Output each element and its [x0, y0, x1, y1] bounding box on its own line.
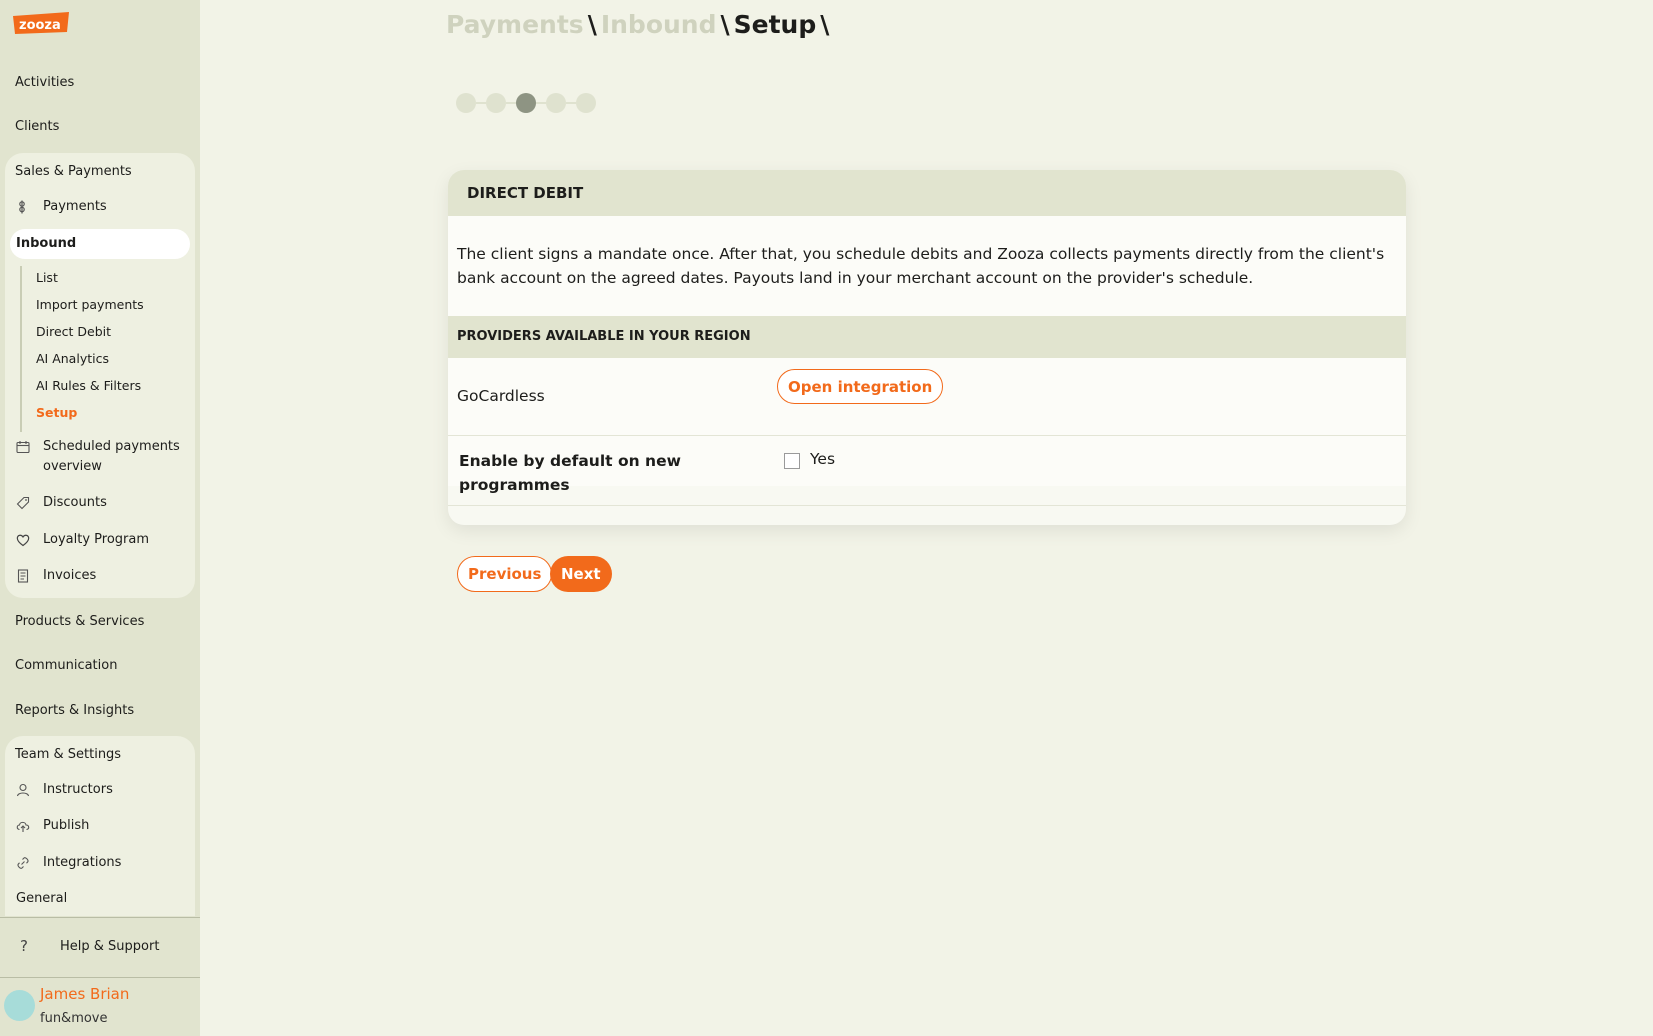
sidebar: zooza Activities Clients Sales & Payment… [0, 0, 200, 1036]
inbound-submenu: List Import payments Direct Debit AI Ana… [20, 266, 144, 432]
user-org: fun&move [40, 1011, 108, 1026]
nav-communication[interactable]: Communication [15, 658, 117, 673]
direct-debit-card: DIRECT DEBIT The client signs a mandate … [448, 170, 1406, 525]
nav-integrations-label: Integrations [43, 855, 122, 870]
nav-discounts-label: Discounts [43, 495, 107, 510]
group-title-team-settings[interactable]: Team & Settings [15, 747, 121, 762]
user-icon [15, 782, 31, 798]
user-name[interactable]: James Brian [40, 985, 129, 1003]
nav-invoices[interactable]: Invoices [15, 566, 96, 586]
nav-publish-label: Publish [43, 818, 90, 833]
enable-default-label-2: programmes [459, 476, 570, 494]
nav-instructors-label: Instructors [43, 782, 113, 797]
team-settings-group: Team & Settings Instructors Publish Inte… [5, 736, 195, 916]
nav-products-services[interactable]: Products & Services [15, 614, 144, 629]
nav-clients[interactable]: Clients [15, 119, 59, 134]
calendar-icon [15, 439, 31, 455]
step-connector [536, 102, 546, 104]
inbound-item-import-payments[interactable]: Import payments [36, 297, 144, 312]
sidebar-divider-bottom [0, 977, 200, 978]
nav-payments[interactable]: Payments [15, 197, 107, 217]
nav-scheduled-payments[interactable]: Scheduled payments overview [15, 437, 180, 477]
help-label: Help & Support [60, 938, 160, 954]
breadcrumb-separator: \ [820, 10, 830, 39]
enable-default-label-1: Enable by default on new [459, 452, 681, 470]
card-title: DIRECT DEBIT [448, 170, 1406, 216]
breadcrumb: Payments \ Inbound \ Setup \ [446, 10, 833, 39]
nav-reports-insights[interactable]: Reports & Insights [15, 703, 134, 718]
step-dot-4[interactable] [546, 93, 566, 113]
breadcrumb-setup: Setup [733, 10, 817, 39]
nav-loyalty-label: Loyalty Program [43, 532, 150, 547]
inbound-item-setup[interactable]: Setup [36, 405, 77, 420]
providers-heading: PROVIDERS AVAILABLE IN YOUR REGION [448, 316, 1406, 358]
nav-instructors[interactable]: Instructors [15, 780, 113, 800]
nav-publish[interactable]: Publish [15, 816, 89, 836]
step-dot-1[interactable] [456, 93, 476, 113]
avatar[interactable] [4, 990, 35, 1021]
nav-inbound[interactable]: Inbound [10, 229, 190, 259]
step-dot-2[interactable] [486, 93, 506, 113]
breadcrumb-payments[interactable]: Payments [446, 10, 584, 39]
tag-icon [15, 495, 31, 511]
step-connector [566, 102, 576, 104]
step-connector [506, 102, 516, 104]
nav-general[interactable]: General [16, 891, 67, 906]
open-integration-button[interactable]: Open integration [777, 369, 944, 404]
step-dot-3[interactable] [516, 93, 536, 113]
invoice-icon [15, 568, 31, 584]
next-button[interactable]: Next [550, 556, 612, 592]
inbound-item-direct-debit[interactable]: Direct Debit [36, 324, 111, 339]
card-description: The client signs a mandate once. After t… [457, 245, 1385, 287]
nav-payments-label: Payments [43, 199, 107, 214]
enable-default-label: Enable by default on new programmes [459, 449, 681, 497]
breadcrumb-separator: \ [587, 10, 597, 39]
nav-loyalty-program[interactable]: Loyalty Program [15, 530, 149, 550]
cloud-upload-icon [15, 818, 31, 834]
breadcrumb-inbound[interactable]: Inbound [601, 10, 717, 39]
enable-default-row: Enable by default on new programmes Yes [448, 436, 1406, 506]
nav-activities[interactable]: Activities [15, 75, 74, 90]
previous-button[interactable]: Previous [457, 556, 553, 592]
nav-help-support[interactable]: ? Help & Support [20, 937, 159, 955]
group-title-sales-payments[interactable]: Sales & Payments [15, 164, 132, 179]
nav-scheduled-label-1: Scheduled payments [43, 439, 180, 454]
help-icon: ? [20, 937, 28, 955]
provider-name: GoCardless [457, 387, 545, 405]
logo-text: zooza [19, 18, 61, 33]
link-icon [15, 855, 31, 871]
inbound-item-list[interactable]: List [36, 270, 58, 285]
inbound-item-ai-rules-filters[interactable]: AI Rules & Filters [36, 378, 141, 393]
step-dot-5[interactable] [576, 93, 596, 113]
enable-default-option-label[interactable]: Yes [810, 450, 835, 468]
zooza-logo[interactable]: zooza [11, 10, 71, 36]
step-connector [476, 102, 486, 104]
coin-icon [15, 199, 31, 215]
nav-scheduled-label-2: overview [43, 459, 102, 474]
nav-invoices-label: Invoices [43, 568, 97, 583]
heart-icon [15, 532, 31, 548]
sidebar-divider [0, 917, 200, 918]
enable-default-checkbox[interactable] [784, 453, 800, 469]
wizard-stepper [456, 93, 596, 113]
provider-row: GoCardless Open integration [448, 358, 1406, 436]
inbound-item-ai-analytics[interactable]: AI Analytics [36, 351, 109, 366]
nav-discounts[interactable]: Discounts [15, 493, 107, 513]
breadcrumb-separator: \ [720, 10, 730, 39]
nav-integrations[interactable]: Integrations [15, 853, 121, 873]
sales-payments-group: Sales & Payments Payments Inbound List I… [5, 153, 195, 598]
